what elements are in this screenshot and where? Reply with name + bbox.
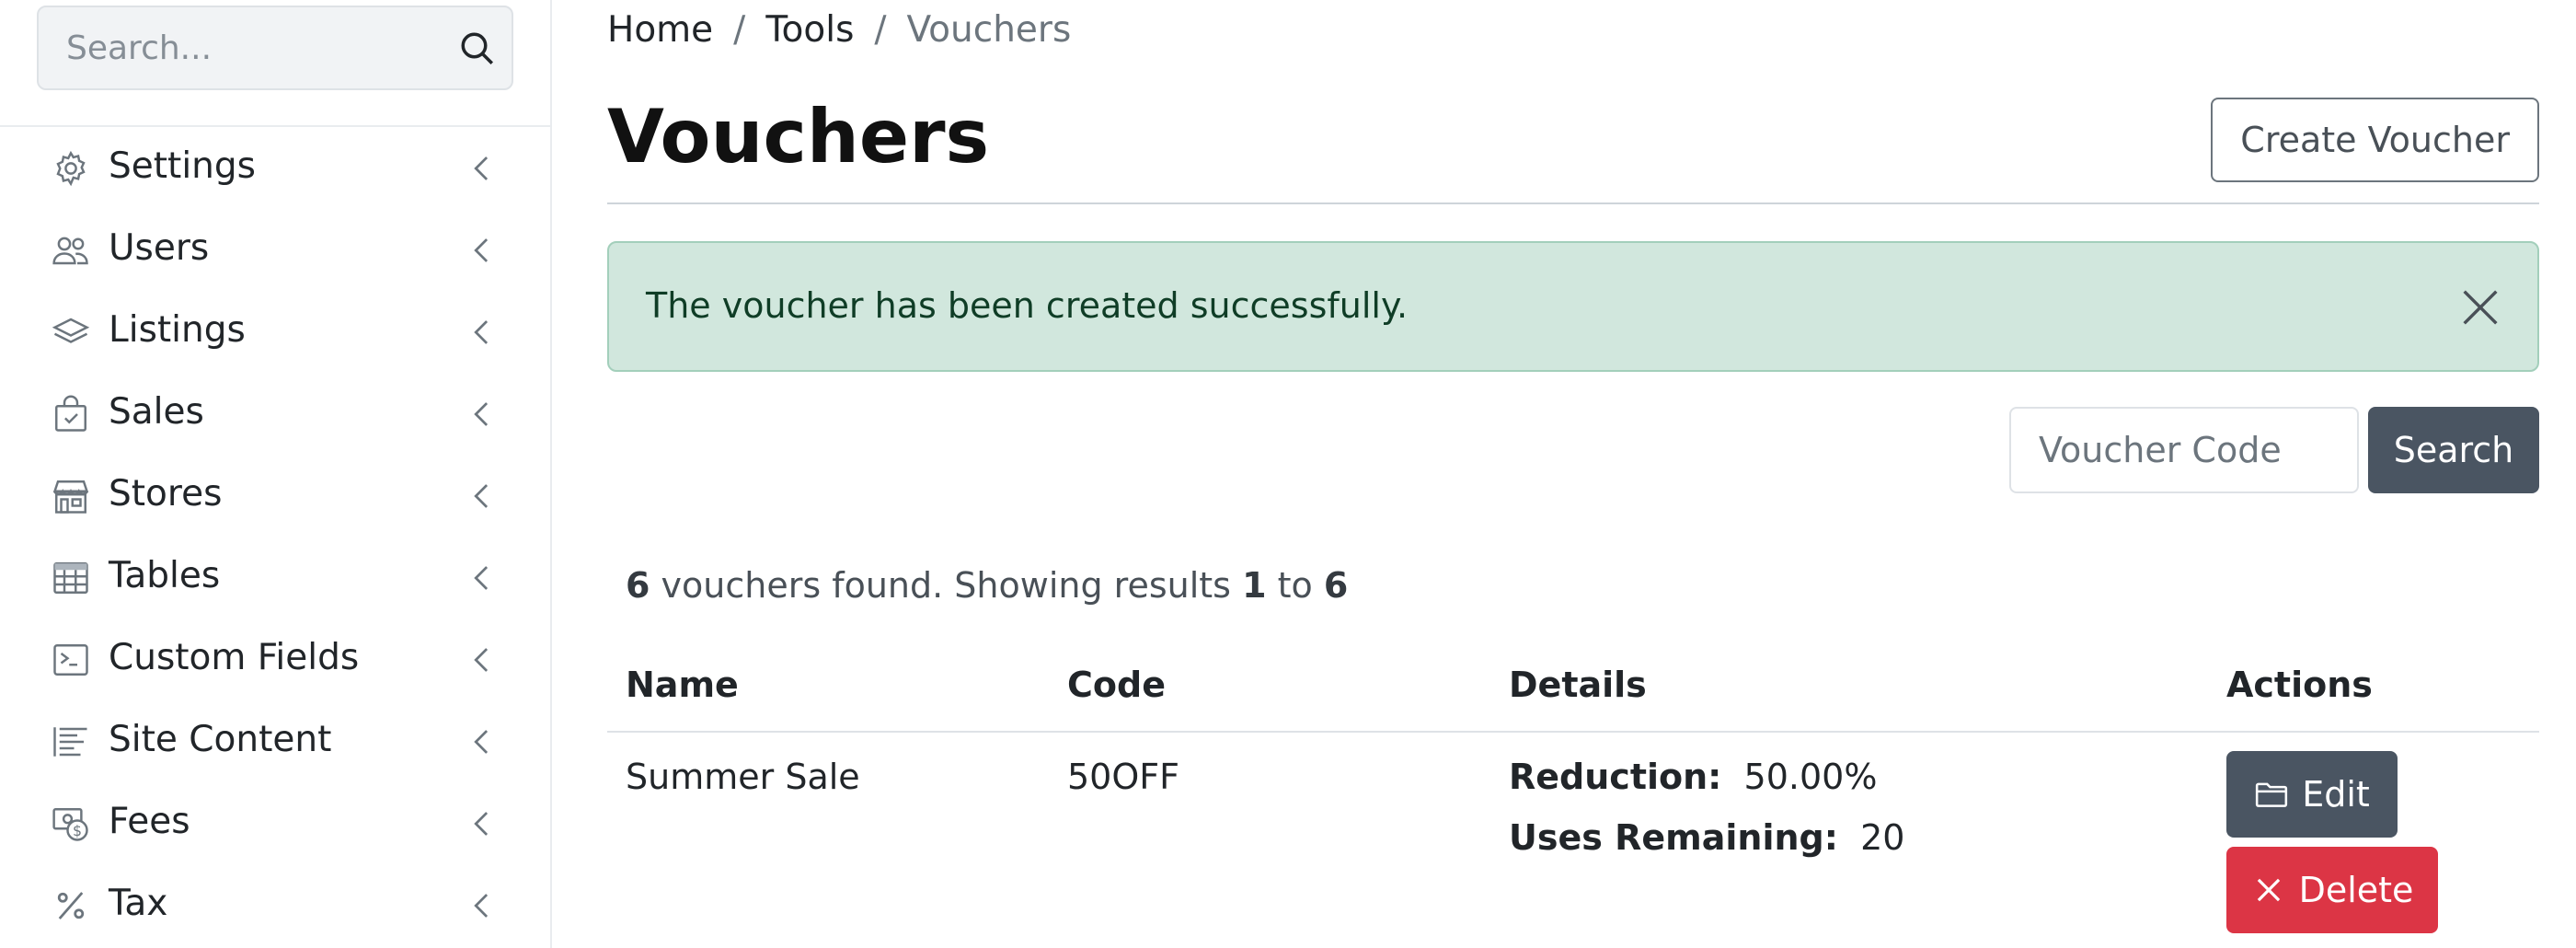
sidebar-item-label: Listings: [109, 309, 246, 351]
text-lines-icon: [53, 727, 87, 757]
reduction-label: Reduction:: [1509, 757, 1722, 797]
title-divider: [607, 202, 2539, 204]
column-header-actions: Actions: [2226, 665, 2373, 705]
main-content: Home / Tools / Vouchers Vouchers Create …: [607, 0, 2539, 948]
sidebar-item-label: Users: [109, 227, 210, 269]
uses-value: 20: [1860, 817, 1905, 858]
column-header-name[interactable]: Name: [626, 665, 739, 705]
sidebar-search: [37, 6, 513, 90]
gear-icon: [56, 150, 86, 187]
voucher-code-input[interactable]: [2009, 407, 2359, 493]
column-header-details: Details: [1509, 665, 1647, 705]
chevron-left-icon: [474, 238, 489, 262]
sidebar-item-label: Tax: [109, 883, 168, 924]
breadcrumb-current: Vouchers: [906, 9, 1072, 51]
sidebar: Settings Users Listings Sales Stores Tab…: [0, 0, 552, 948]
sidebar-item-label: Fees: [109, 801, 190, 842]
sidebar-item-sales[interactable]: Sales: [0, 373, 550, 455]
breadcrumb-separator: /: [733, 9, 746, 51]
shop-icon: [52, 480, 89, 514]
alert-message: The voucher has been created successfull…: [646, 285, 1409, 326]
search-icon[interactable]: [458, 29, 497, 68]
table-icon: [53, 562, 88, 594]
uses-label: Uses Remaining:: [1509, 817, 1838, 858]
success-alert: The voucher has been created successfull…: [607, 241, 2539, 372]
percent-icon: [57, 892, 85, 919]
sidebar-item-custom-fields[interactable]: Custom Fields: [0, 619, 550, 700]
folder-icon: [2256, 782, 2288, 807]
reduction-value: 50.00%: [1743, 757, 1878, 797]
chevron-left-icon: [474, 484, 489, 508]
breadcrumb-tools[interactable]: Tools: [765, 9, 854, 51]
sidebar-item-tax[interactable]: Tax: [0, 864, 550, 946]
voucher-reduction: Reduction: 50.00%: [1509, 757, 1877, 797]
chevron-left-icon: [474, 894, 489, 918]
users-icon: [52, 237, 88, 265]
sidebar-search-input[interactable]: [39, 7, 443, 88]
column-header-code[interactable]: Code: [1067, 665, 1166, 705]
bag-check-icon: [55, 395, 86, 432]
terminal-icon: [53, 644, 88, 676]
edit-button[interactable]: Edit: [2226, 751, 2398, 838]
sidebar-menu: Settings Users Listings Sales Stores Tab…: [0, 127, 550, 946]
results-summary: 6 vouchers found. Showing results 1 to 6: [626, 565, 1348, 606]
breadcrumb-home[interactable]: Home: [607, 9, 713, 51]
close-icon[interactable]: [2456, 283, 2504, 331]
chevron-left-icon: [474, 402, 489, 426]
edit-label: Edit: [2302, 774, 2370, 815]
chevron-left-icon: [474, 566, 489, 590]
results-from: 1: [1242, 565, 1267, 606]
page-title: Vouchers: [607, 94, 990, 179]
table-header-divider: [607, 731, 2539, 733]
delete-label: Delete: [2298, 870, 2414, 910]
breadcrumb-separator: /: [874, 9, 887, 51]
sidebar-item-listings[interactable]: Listings: [0, 291, 550, 373]
chevron-left-icon: [474, 812, 489, 836]
sidebar-item-site-content[interactable]: Site Content: [0, 700, 550, 782]
chevron-left-icon: [474, 648, 489, 672]
voucher-uses: Uses Remaining: 20: [1509, 817, 1904, 858]
sidebar-item-tables[interactable]: Tables: [0, 537, 550, 619]
voucher-search-button[interactable]: Search: [2368, 407, 2539, 493]
voucher-name: Summer Sale: [626, 757, 860, 797]
x-icon: [2257, 878, 2280, 902]
results-to: 6: [1323, 565, 1349, 606]
sidebar-item-label: Custom Fields: [109, 637, 360, 678]
create-voucher-button[interactable]: Create Voucher: [2211, 98, 2539, 182]
sidebar-item-stores[interactable]: Stores: [0, 455, 550, 537]
voucher-code: 50OFF: [1067, 757, 1179, 797]
results-count: 6: [626, 565, 650, 606]
sidebar-item-label: Site Content: [109, 719, 332, 760]
sidebar-item-users[interactable]: Users: [0, 209, 550, 291]
delete-button[interactable]: Delete: [2226, 847, 2438, 933]
sidebar-item-label: Stores: [109, 473, 223, 514]
chevron-left-icon: [474, 730, 489, 754]
sidebar-item-settings[interactable]: Settings: [0, 127, 550, 209]
chevron-left-icon: [474, 320, 489, 344]
cash-icon: $: [52, 808, 88, 841]
svg-text:$: $: [73, 822, 82, 839]
chevron-left-icon: [474, 156, 489, 180]
sidebar-item-fees[interactable]: $ Fees: [0, 782, 550, 864]
results-to-word: to: [1277, 565, 1313, 606]
sidebar-item-label: Tables: [109, 555, 221, 596]
results-text: vouchers found. Showing results: [661, 565, 1231, 606]
sidebar-item-label: Sales: [109, 391, 204, 433]
layers-icon: [52, 318, 90, 343]
sidebar-item-label: Settings: [109, 145, 256, 187]
breadcrumb: Home / Tools / Vouchers: [607, 9, 1071, 51]
